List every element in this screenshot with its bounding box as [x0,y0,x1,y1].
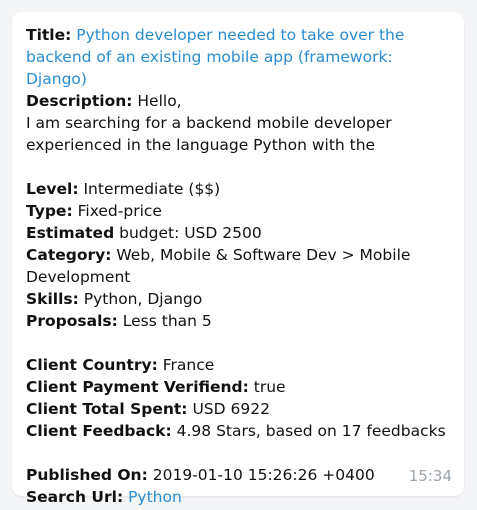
client-country-line: Client Country: France [26,354,452,376]
client-spent-value: USD 6922 [192,400,270,418]
client-country-label: Client Country: [26,356,158,374]
message-bubble: Title: Python developer needed to take o… [12,12,464,506]
category-line: Category: Web, Mobile & Software Dev > M… [26,244,452,288]
title-line: Title: Python developer needed to take o… [26,24,452,90]
level-label: Level: [26,180,79,198]
description-first: Hello, [137,92,182,110]
search-url-label: Search Url: [26,488,124,506]
client-spent-label: Client Total Spent: [26,400,188,418]
type-value: Fixed-price [77,202,162,220]
skills-label: Skills: [26,290,79,308]
level-line: Level: Intermediate ($$) [26,178,452,200]
client-feedback-line: Client Feedback: 4.98 Stars, based on 17… [26,420,452,442]
published-line: Published On: 2019-01-10 15:26:26 +0400 [26,464,452,486]
client-payment-value: true [253,378,286,396]
client-feedback-label: Client Feedback: [26,422,172,440]
type-line: Type: Fixed-price [26,200,452,222]
published-label: Published On: [26,466,148,484]
client-payment-label: Client Payment Verifiend: [26,378,249,396]
estimated-label: Estimated [26,224,115,242]
title-label: Title: [26,26,72,44]
client-payment-line: Client Payment Verifiend: true [26,376,452,398]
proposals-line: Proposals: Less than 5 [26,310,452,332]
search-url-line: Search Url: Python [26,486,452,508]
client-country-value: France [162,356,215,374]
skills-value: Python, Django [83,290,203,308]
search-url-link[interactable]: Python [128,488,182,506]
proposals-label: Proposals: [26,312,118,330]
estimated-value: budget: USD 2500 [119,224,262,242]
type-label: Type: [26,202,73,220]
estimated-budget-line: Estimated budget: USD 2500 [26,222,452,244]
level-value: Intermediate ($$) [83,180,221,198]
description-label: Description: [26,92,133,110]
message-timestamp: 15:34 [408,467,452,485]
published-value: 2019-01-10 15:26:26 +0400 [152,466,375,484]
client-spent-line: Client Total Spent: USD 6922 [26,398,452,420]
category-label: Category: [26,246,112,264]
client-feedback-value: 4.98 Stars, based on 17 feedbacks [176,422,446,440]
description-body: I am searching for a backend mobile deve… [26,114,392,154]
title-link[interactable]: Python developer needed to take over the… [26,26,404,88]
skills-line: Skills: Python, Django [26,288,452,310]
description-line: Description: Hello, [26,90,452,112]
proposals-value: Less than 5 [122,312,212,330]
